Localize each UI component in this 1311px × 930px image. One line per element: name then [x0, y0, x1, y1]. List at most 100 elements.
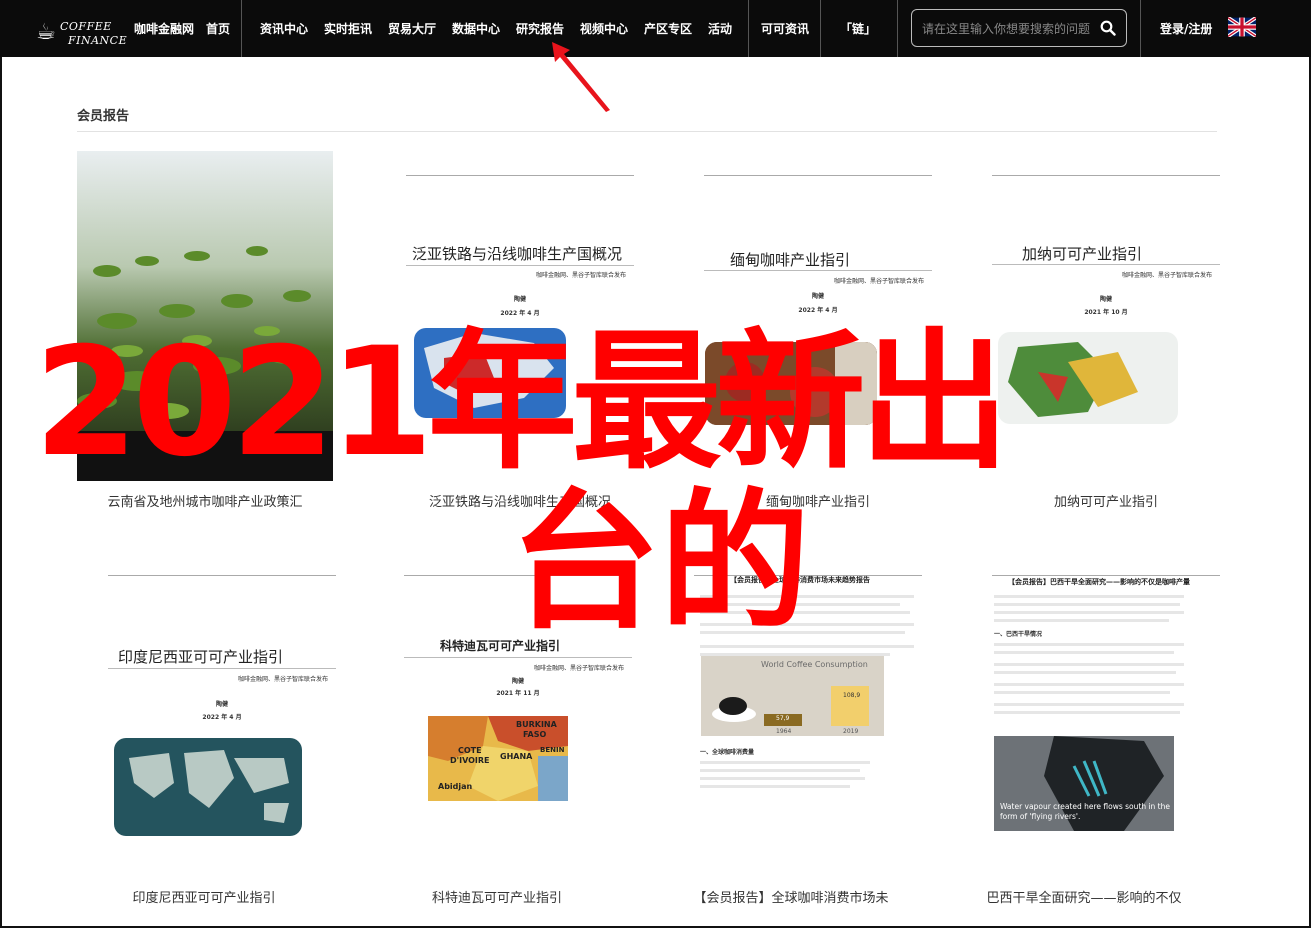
text-line — [700, 623, 914, 626]
report-card-image[interactable]: 【会员报告】全球咖啡消费市场未来趋势报告 World Coffee Consum… — [680, 551, 936, 876]
text-line — [700, 761, 870, 764]
search-icon[interactable] — [1100, 20, 1116, 36]
nav-events[interactable]: 活动 — [708, 20, 732, 37]
coffee-seedlings-photo — [77, 151, 333, 481]
photo-caption: Water vapour created here flows south in… — [1000, 802, 1170, 821]
report-card-caption[interactable]: 缅甸咖啡产业指引 — [690, 491, 946, 510]
report-card-image[interactable]: 印度尼西亚可可产业指引 咖啡金融网、黑谷子智库联合发布 陶健 2022 年 4 … — [94, 551, 350, 876]
nav-data-center[interactable]: 数据中心 — [452, 20, 500, 37]
doc-title: 科特迪瓦可可产业指引 — [440, 639, 561, 653]
chart-title: World Coffee Consumption — [761, 660, 868, 669]
doc-title: 泛亚铁路与沿线咖啡生产国概况 — [412, 245, 623, 263]
map-label: D'IVOIRE — [450, 756, 490, 765]
text-line — [994, 651, 1174, 654]
text-line — [994, 595, 1184, 598]
report-card-caption[interactable]: 泛亚铁路与沿线咖啡生产国概况 — [392, 491, 648, 510]
doc-header-line — [992, 567, 1220, 576]
coffee-consumption-chart-image: World Coffee Consumption 57,9 108,9 1964… — [701, 656, 884, 736]
nav-home[interactable]: 首页 — [206, 20, 230, 37]
text-line — [700, 595, 914, 598]
nav-separator — [820, 0, 821, 57]
doc-rule — [406, 265, 634, 266]
map-label: COTE — [458, 746, 482, 755]
report-card-caption[interactable]: 加纳可可产业指引 — [978, 491, 1234, 510]
map-label: FASO — [523, 730, 547, 739]
doc-header-line — [406, 167, 634, 176]
section-divider — [77, 131, 1217, 132]
doc-publisher: 咖啡金融网、黑谷子智库联合发布 — [833, 278, 924, 285]
text-line — [994, 611, 1184, 614]
text-line — [700, 603, 900, 606]
nav-video-center[interactable]: 视频中心 — [580, 20, 628, 37]
nav-news-center[interactable]: 资讯中心 — [260, 20, 308, 37]
nav-research-report[interactable]: 研究报告 — [516, 20, 564, 37]
report-card-caption[interactable]: 巴西干旱全面研究——影响的不仅 — [956, 887, 1212, 906]
nav-site-name[interactable]: 咖啡金融网 — [134, 20, 194, 37]
nav-separator — [897, 0, 898, 57]
uk-flag-icon[interactable] — [1228, 17, 1256, 37]
text-line — [700, 631, 905, 634]
nav-trade-hall[interactable]: 贸易大厅 — [388, 20, 436, 37]
top-nav: ☕ COFFEE FINANCE 咖啡金融网 首页 资讯中心 实时拒讯 贸易大厅… — [0, 0, 1311, 57]
doc-rule — [404, 657, 632, 658]
report-card-image[interactable]: 泛亚铁路与沿线咖啡生产国概况 咖啡金融网、黑谷子智库联合发布 陶健 2022 年… — [392, 151, 648, 481]
report-card-caption[interactable]: 印度尼西亚可可产业指引 — [76, 887, 332, 906]
report-card-image[interactable]: 【会员报告】巴西干旱全面研究——影响的不仅是咖啡产量 一、巴西干旱情况 Wate… — [978, 551, 1234, 876]
world-map-image — [114, 738, 302, 836]
doc-title: 加纳可可产业指引 — [1022, 245, 1143, 263]
doc-header-line — [704, 167, 932, 176]
brazil-satellite-photo: Water vapour created here flows south in… — [994, 736, 1174, 831]
doc-date: 2022 年 4 月 — [500, 310, 540, 317]
chart-bar-2019: 108,9 — [831, 686, 869, 726]
logo-text-bottom: FINANCE — [68, 34, 128, 47]
ghana-map-image — [998, 332, 1178, 424]
login-register-link[interactable]: 登录/注册 — [1160, 20, 1212, 37]
doc-author: 陶健 — [513, 296, 526, 303]
chart-value: 57,9 — [776, 715, 790, 722]
doc-rule — [704, 270, 932, 271]
text-line — [994, 619, 1169, 622]
coffee-cup-icon: ☕ — [36, 20, 56, 45]
logo-text-top: COFFEE — [60, 20, 112, 33]
report-card-caption[interactable]: 科特迪瓦可可产业指引 — [369, 887, 625, 906]
report-card-caption[interactable]: 【会员报告】全球咖啡消费市场未 — [663, 887, 919, 906]
doc-rule — [992, 264, 1220, 265]
report-card-image[interactable]: 缅甸咖啡产业指引 咖啡金融网、黑谷子智库联合发布 陶健 2022 年 4 月 — [690, 151, 946, 481]
chart-bar-1964: 57,9 — [764, 714, 802, 726]
text-line — [994, 671, 1176, 674]
doc-header-line — [404, 567, 632, 576]
report-card-caption[interactable]: 云南省及地州城市咖啡产业政策汇 — [77, 491, 333, 510]
text-line — [700, 769, 860, 772]
doc-title: 【会员报告】全球咖啡消费市场未来趋势报告 — [730, 576, 870, 584]
doc-rule — [108, 668, 336, 669]
doc-date: 2022 年 4 月 — [202, 714, 242, 721]
doc-date: 2022 年 4 月 — [798, 307, 838, 314]
report-card-image[interactable] — [77, 151, 333, 481]
nav-separator — [1140, 0, 1141, 57]
search-input[interactable] — [920, 19, 1094, 39]
map-label: Abidjan — [438, 782, 473, 791]
site-logo[interactable]: ☕ COFFEE FINANCE — [34, 8, 128, 50]
text-line — [994, 683, 1184, 686]
report-card-image[interactable]: 科特迪瓦可可产业指引 咖啡金融网、黑谷子智库联合发布 陶健 2021 年 11 … — [390, 551, 646, 876]
doc-publisher: 咖啡金融网、黑谷子智库联合发布 — [533, 665, 624, 672]
map-label: BURKINA — [516, 720, 557, 729]
chart-year: 2019 — [843, 728, 859, 735]
nav-separator — [241, 0, 242, 57]
nav-origin-zone[interactable]: 产区专区 — [644, 20, 692, 37]
text-line — [700, 777, 865, 780]
doc-author: 陶健 — [215, 701, 228, 708]
doc-publisher: 咖啡金融网、黑谷子智库联合发布 — [237, 676, 328, 683]
search-box — [911, 9, 1127, 47]
red-arrow-annotation — [552, 42, 610, 112]
nav-realtime[interactable]: 实时拒讯 — [324, 20, 372, 37]
chart-value: 108,9 — [843, 692, 861, 699]
section-title: 会员报告 — [77, 109, 130, 124]
text-line — [994, 691, 1170, 694]
report-card-image[interactable]: 加纳可可产业指引 咖啡金融网、黑谷子智库联合发布 陶健 2021 年 10 月 — [978, 151, 1234, 481]
coffee-beans-photo — [705, 342, 877, 425]
doc-section-label: 一、巴西干旱情况 — [994, 631, 1043, 638]
nav-chain[interactable]: 「链」 — [840, 20, 876, 37]
nav-cocoa-news[interactable]: 可可资讯 — [761, 20, 809, 37]
doc-author: 陶健 — [811, 293, 824, 300]
